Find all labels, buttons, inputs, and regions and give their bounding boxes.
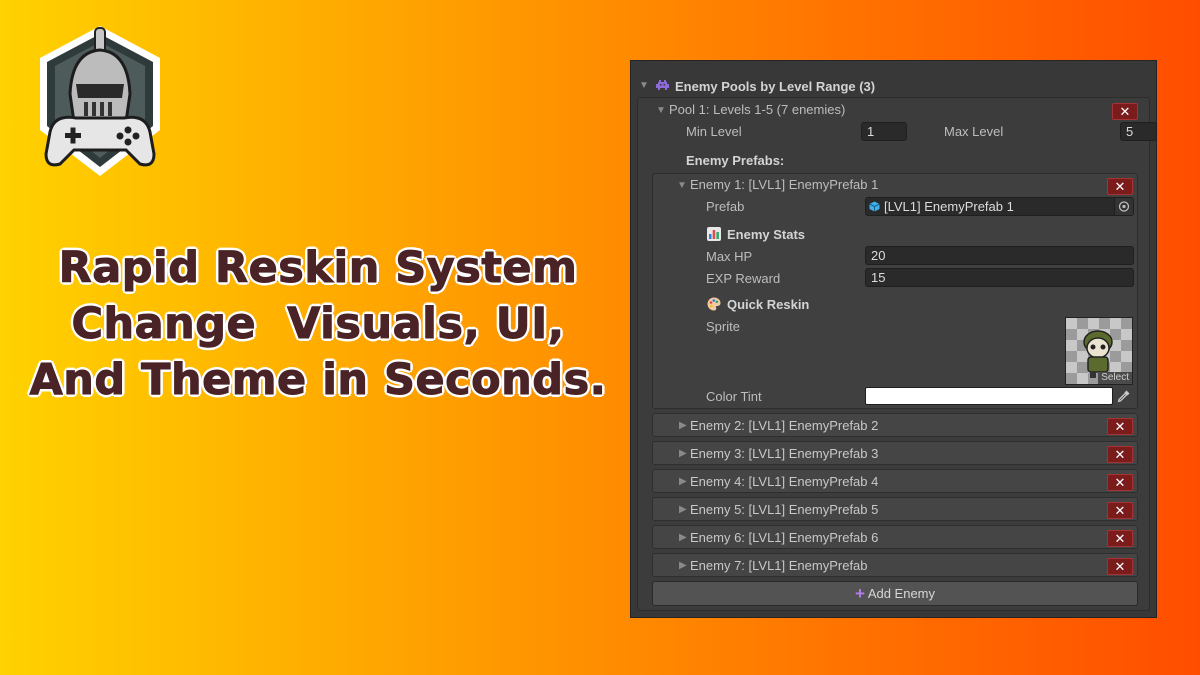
headline-line-1: Rapid Reskin System <box>58 243 578 294</box>
close-icon: ✕ <box>1114 419 1126 434</box>
min-level-field[interactable]: 1 <box>861 122 907 141</box>
close-icon: ✕ <box>1114 559 1126 574</box>
prefab-value: [LVL1] EnemyPrefab 1 <box>884 199 1014 214</box>
sprite-select-button[interactable]: Select <box>1098 372 1132 384</box>
enemy-row-label: Enemy 6: [LVL1] EnemyPrefab 6 <box>690 530 879 545</box>
pool-foldout-arrow-icon[interactable]: ▼ <box>656 105 666 116</box>
close-icon: ✕ <box>1114 447 1126 462</box>
add-enemy-button[interactable]: + Add Enemy <box>652 581 1138 606</box>
expand-arrow-icon[interactable]: ▶ <box>679 476 687 487</box>
remove-pool-button[interactable]: ✕ <box>1112 103 1138 120</box>
enemy-row-label: Enemy 7: [LVL1] EnemyPrefab <box>690 558 868 573</box>
enemy-pools-header[interactable]: Enemy Pools by Level Range (3) <box>675 79 875 94</box>
quick-reskin-label: Quick Reskin <box>727 297 810 312</box>
color-tint-swatch[interactable] <box>865 387 1113 405</box>
enemy-pools-inspector: ▼ Enemy Pools by Level Range (3) ▼ Pool … <box>630 60 1157 618</box>
pool-title[interactable]: Pool 1: Levels 1-5 (7 enemies) <box>669 102 845 117</box>
max-level-label: Max Level <box>944 124 1004 139</box>
foldout-arrow-icon[interactable]: ▼ <box>639 80 649 91</box>
sprite-label: Sprite <box>706 319 740 334</box>
invader-icon <box>656 80 669 90</box>
add-enemy-label: Add Enemy <box>867 586 936 601</box>
enemy-1-title[interactable]: Enemy 1: [LVL1] EnemyPrefab 1 <box>690 177 878 192</box>
remove-enemy-button[interactable]: ✕ <box>1107 474 1133 491</box>
enemy-row[interactable]: ▶ Enemy 3: [LVL1] EnemyPrefab 3 ✕ <box>652 441 1138 465</box>
close-icon: ✕ <box>1114 531 1126 546</box>
enemy-row[interactable]: ▶ Enemy 7: [LVL1] EnemyPrefab ✕ <box>652 553 1138 577</box>
plus-icon: + <box>854 584 865 603</box>
enemy-prefabs-label: Enemy Prefabs: <box>686 153 785 168</box>
close-icon: ✕ <box>1114 475 1126 490</box>
enemy-row-label: Enemy 4: [LVL1] EnemyPrefab 4 <box>690 474 879 489</box>
remove-enemy-button[interactable]: ✕ <box>1107 446 1133 463</box>
remove-enemy-button[interactable]: ✕ <box>1107 418 1133 435</box>
close-icon: ✕ <box>1114 179 1126 194</box>
enemy-1-foldout-arrow-icon[interactable]: ▼ <box>677 180 687 191</box>
max-hp-label: Max HP <box>706 249 753 264</box>
close-icon: ✕ <box>1114 503 1126 518</box>
headline-line-3: And Theme in Seconds. <box>29 355 607 406</box>
remove-enemy-button[interactable]: ✕ <box>1107 558 1133 575</box>
enemy-row-label: Enemy 3: [LVL1] EnemyPrefab 3 <box>690 446 879 461</box>
enemy-row[interactable]: ▶ Enemy 4: [LVL1] EnemyPrefab 4 ✕ <box>652 469 1138 493</box>
max-level-field[interactable]: 5 <box>1120 122 1157 141</box>
prefab-object-field[interactable]: [LVL1] EnemyPrefab 1 <box>865 197 1134 216</box>
exp-reward-field[interactable]: 15 <box>865 268 1134 287</box>
expand-arrow-icon[interactable]: ▶ <box>679 560 687 571</box>
enemy-row[interactable]: ▶ Enemy 2: [LVL1] EnemyPrefab 2 ✕ <box>652 413 1138 437</box>
headline-line-2: Change Visuals, UI, <box>71 299 565 350</box>
remove-enemy-button[interactable]: ✕ <box>1107 502 1133 519</box>
palette-icon <box>707 297 721 311</box>
close-icon: ✕ <box>1119 104 1131 119</box>
headline: Rapid Reskin System Change Visuals, UI, … <box>18 240 618 408</box>
min-level-label: Min Level <box>686 124 742 139</box>
color-tint-label: Color Tint <box>706 389 762 404</box>
prefab-label: Prefab <box>706 199 745 214</box>
expand-arrow-icon[interactable]: ▶ <box>679 532 687 543</box>
cube-icon <box>869 201 880 212</box>
expand-arrow-icon[interactable]: ▶ <box>679 448 687 459</box>
exp-reward-label: EXP Reward <box>706 271 781 286</box>
knight-gamepad-logo <box>40 26 160 176</box>
object-picker-icon[interactable] <box>1114 198 1133 215</box>
enemy-row[interactable]: ▶ Enemy 5: [LVL1] EnemyPrefab 5 ✕ <box>652 497 1138 521</box>
expand-arrow-icon[interactable]: ▶ <box>679 504 687 515</box>
max-hp-field[interactable]: 20 <box>865 246 1134 265</box>
remove-enemy-1-button[interactable]: ✕ <box>1107 178 1133 195</box>
enemy-row-label: Enemy 2: [LVL1] EnemyPrefab 2 <box>690 418 879 433</box>
sprite-field[interactable]: Select <box>1065 317 1133 385</box>
enemy-stats-label: Enemy Stats <box>727 227 806 242</box>
expand-arrow-icon[interactable]: ▶ <box>679 420 687 431</box>
bar-chart-icon <box>707 227 721 241</box>
enemy-row-label: Enemy 5: [LVL1] EnemyPrefab 5 <box>690 502 879 517</box>
eyedropper-icon[interactable] <box>1117 389 1131 403</box>
enemy-row[interactable]: ▶ Enemy 6: [LVL1] EnemyPrefab 6 ✕ <box>652 525 1138 549</box>
remove-enemy-button[interactable]: ✕ <box>1107 530 1133 547</box>
